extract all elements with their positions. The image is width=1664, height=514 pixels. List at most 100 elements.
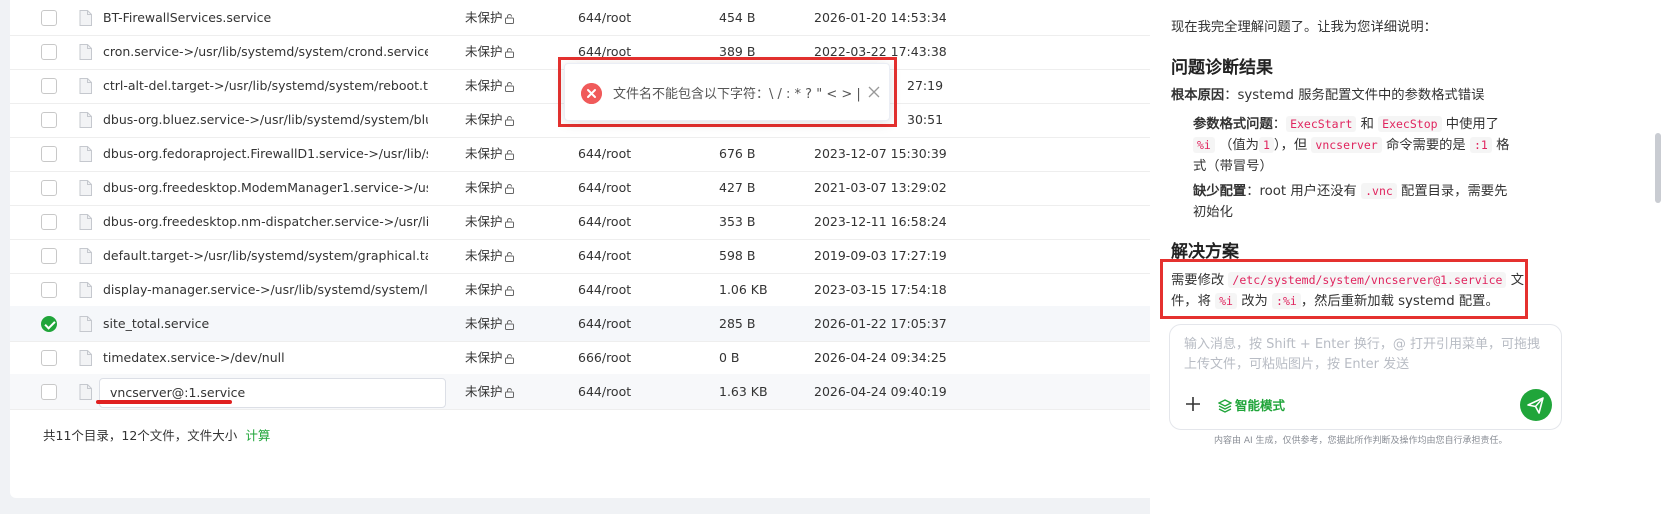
chat-intro: 现在我完全理解问题了。让我为您详细说明： — [1171, 20, 1437, 35]
protection-label: 未保护 — [465, 350, 503, 365]
row-checkbox[interactable] — [41, 44, 57, 60]
error-icon — [581, 83, 602, 104]
unlock-icon — [503, 10, 515, 25]
file-row[interactable]: default.target->/usr/lib/systemd/system/… — [10, 238, 1225, 274]
protection-label: 未保护 — [465, 316, 503, 331]
row-checkbox[interactable] — [41, 10, 57, 26]
file-permission[interactable]: 666/root — [578, 340, 698, 376]
smart-mode-button[interactable]: 智能模式 — [1217, 395, 1286, 414]
file-name[interactable]: timedatex.service->/dev/null — [103, 340, 428, 376]
file-size: 454 B — [719, 10, 756, 25]
chat-scrollbar[interactable] — [1655, 133, 1661, 203]
plus-icon[interactable] — [1184, 395, 1202, 413]
unlock-icon — [503, 282, 515, 297]
protection-status[interactable]: 未保护 — [465, 340, 545, 376]
file-permission[interactable]: 644/root — [578, 204, 698, 240]
file-name[interactable]: dbus-org.freedesktop.nm-dispatcher.servi… — [103, 204, 428, 240]
file-name[interactable]: display-manager.service->/usr/lib/system… — [103, 272, 428, 308]
protection-label: 未保护 — [465, 214, 503, 229]
row-checkbox[interactable] — [41, 78, 57, 94]
protection-status[interactable]: 未保护 — [465, 306, 545, 342]
file-name[interactable]: BT-FirewallServices.service — [103, 0, 428, 36]
close-icon[interactable] — [867, 85, 881, 99]
protection-status[interactable]: 未保护 — [465, 0, 545, 36]
file-permission[interactable]: 644/root — [578, 272, 698, 308]
protection-status[interactable]: 未保护 — [465, 204, 545, 240]
file-name[interactable]: dbus-org.bluez.service->/usr/lib/systemd… — [103, 102, 428, 138]
row-checkbox[interactable] — [41, 112, 57, 128]
protection-label: 未保护 — [465, 44, 503, 59]
page: BT-FirewallServices.service 未保护 644/root 45… — [0, 0, 1664, 514]
protection-status[interactable]: 未保护 — [465, 170, 545, 206]
row-checkbox[interactable] — [41, 146, 57, 162]
unlock-icon — [503, 180, 515, 195]
protection-status[interactable]: 未保护 — [465, 238, 545, 274]
file-row[interactable]: timedatex.service->/dev/null 未保护 666/root 0… — [10, 340, 1225, 376]
root-cause-label: 根本原因 — [1171, 88, 1225, 103]
format-issue-colon: ： — [1272, 117, 1287, 132]
file-modified-date: 2023-03-15 17:54:18 — [814, 282, 947, 297]
row-checkbox[interactable] — [41, 316, 57, 332]
chat-input-box[interactable]: 输入消息，按 Shift + Enter 换行，@ 打开引用菜单，可拖拽上传文件… — [1169, 324, 1562, 430]
format-issue-and: 和 — [1360, 117, 1374, 132]
file-permission[interactable]: 644/root — [578, 306, 698, 342]
smart-mode-label: 智能模式 — [1235, 398, 1286, 413]
file-row[interactable]: dbus-org.fedoraproject.FirewallD1.servic… — [10, 136, 1225, 172]
row-checkbox[interactable] — [41, 248, 57, 264]
protection-status[interactable]: 未保护 — [465, 272, 545, 308]
file-size: 353 B — [719, 214, 756, 229]
send-button[interactable] — [1520, 389, 1552, 421]
file-modified-date: 30:51 — [907, 112, 944, 127]
row-checkbox[interactable] — [41, 214, 57, 230]
file-name[interactable]: site_total.service — [103, 306, 428, 342]
missing-config-line-2: 初始化 — [1193, 205, 1233, 220]
row-checkbox[interactable] — [41, 282, 57, 298]
file-name[interactable]: dbus-org.freedesktop.ModemManager1.servi… — [103, 170, 428, 206]
protection-status[interactable]: 未保护 — [465, 68, 545, 104]
row-checkbox[interactable] — [41, 350, 57, 366]
file-name[interactable]: dbus-org.fedoraproject.FirewallD1.servic… — [103, 136, 428, 172]
file-permission[interactable]: 644/root — [578, 0, 698, 36]
missing-config-label: 缺少配置 — [1193, 184, 1247, 199]
layers-icon — [1217, 399, 1233, 413]
missing-config-line-1: 缺少配置：root 用户还没有 .vnc 配置目录，需要先 — [1193, 180, 1507, 199]
format-issue-ge: 格 — [1496, 138, 1510, 153]
file-row[interactable]: site_total.service 未保护 644/root 285 B 2026-0… — [10, 306, 1225, 342]
unlock-icon — [503, 112, 515, 127]
file-permission[interactable]: 644/root — [578, 136, 698, 172]
file-permission[interactable]: 644/root — [578, 374, 698, 410]
format-issue-used: 中使用了 — [1445, 117, 1499, 132]
row-checkbox[interactable] — [41, 180, 57, 196]
ai-disclaimer: 内容由 AI 生成，仅供参考，您据此所作判断及操作均由您自行承担责任。 — [1214, 436, 1508, 446]
file-modified-date: 2026-04-24 09:34:25 — [814, 350, 947, 365]
unlock-icon — [503, 316, 515, 331]
file-modified-date: 2021-03-07 13:29:02 — [814, 180, 947, 195]
file-permission[interactable]: 644/root — [578, 238, 698, 274]
protection-label: 未保护 — [465, 180, 503, 195]
protection-status[interactable]: 未保护 — [465, 34, 545, 70]
file-name[interactable]: ctrl-alt-del.target->/usr/lib/systemd/sy… — [103, 68, 428, 104]
file-size: 1.63 KB — [719, 384, 768, 399]
file-permission[interactable]: 644/root — [578, 170, 698, 206]
code-vnc-dir: .vnc — [1361, 183, 1397, 199]
file-modified-date: 27:19 — [907, 78, 944, 93]
protection-status[interactable]: 未保护 — [465, 102, 545, 138]
protection-label: 未保护 — [465, 282, 503, 297]
calculate-link[interactable]: 计算 — [245, 428, 270, 443]
file-row[interactable]: dbus-org.freedesktop.nm-dispatcher.servi… — [10, 204, 1225, 240]
unlock-icon — [503, 384, 515, 399]
file-row[interactable]: vncserver@:1.service 未保护 644/root 1.63 KB 20… — [10, 374, 1225, 410]
file-row[interactable]: display-manager.service->/usr/lib/system… — [10, 272, 1225, 308]
unlock-icon — [503, 350, 515, 365]
format-issue-line-2: %i （值为 1 ），但 vncserver 命令需要的是 :1 格 — [1193, 134, 1509, 153]
protection-status[interactable]: 未保护 — [465, 136, 545, 172]
code-pct-i: %i — [1193, 137, 1215, 153]
error-toast: 文件名不能包含以下字符：\ / : * ? " < > | — [564, 63, 890, 121]
file-name[interactable]: default.target->/usr/lib/systemd/system/… — [103, 238, 428, 274]
file-row[interactable]: dbus-org.freedesktop.ModemManager1.servi… — [10, 170, 1225, 206]
annotation-box-solution — [1160, 259, 1528, 319]
protection-status[interactable]: 未保护 — [465, 374, 545, 410]
file-row[interactable]: BT-FirewallServices.service 未保护 644/root 45… — [10, 0, 1225, 36]
row-checkbox[interactable] — [41, 384, 57, 400]
file-name[interactable]: cron.service->/usr/lib/systemd/system/cr… — [103, 34, 428, 70]
